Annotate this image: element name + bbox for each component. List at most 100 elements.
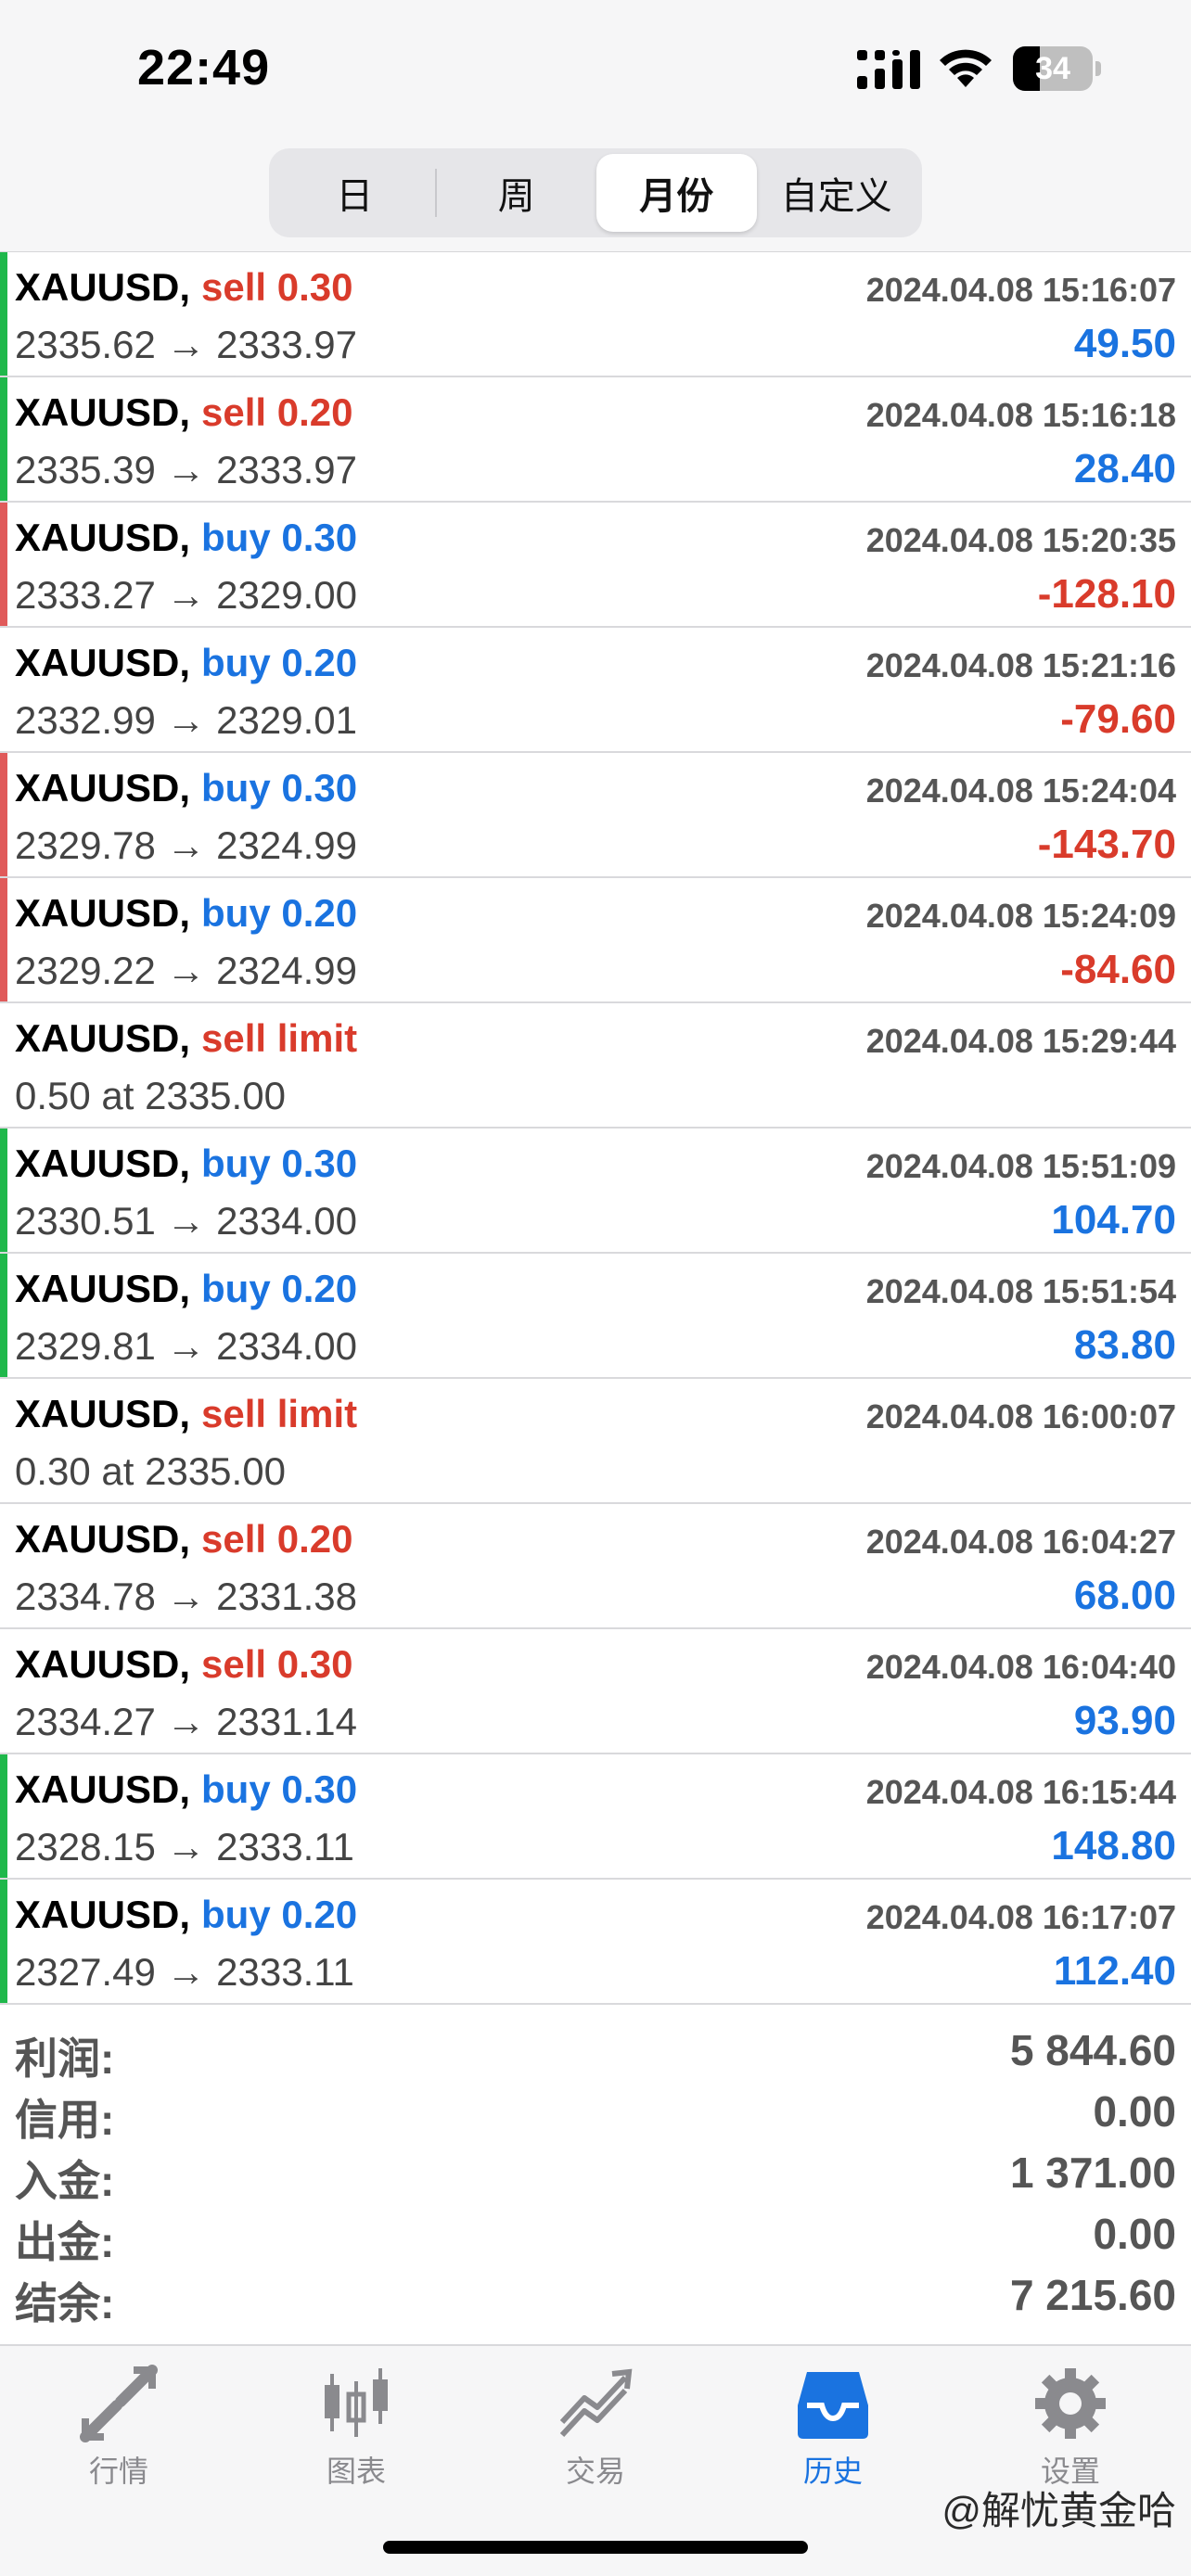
deal-action: sell 0.30 xyxy=(201,1642,353,1686)
deal-action: buy 0.20 xyxy=(201,891,358,935)
deal-title: XAUUSD, buy 0.20 xyxy=(15,1267,357,1311)
summary-row-credit: 信用: 0.00 xyxy=(0,2075,1191,2144)
history-row[interactable]: XAUUSD, buy 0.20 2024.04.08 15:21:16 2332.9… xyxy=(0,628,1191,753)
period-segmented-control: 日 周 月份 自定义 xyxy=(269,148,922,237)
deal-profit: -128.10 xyxy=(1037,571,1176,617)
deal-profit: 83.80 xyxy=(1073,1322,1176,1368)
deal-prices: 2330.51 → 2334.00 xyxy=(15,1199,357,1243)
symbol: XAUUSD, xyxy=(15,390,191,434)
deal-time: 2024.04.08 15:24:04 xyxy=(865,772,1176,810)
gear-icon xyxy=(1035,2368,1106,2439)
deal-profit: 104.70 xyxy=(1051,1197,1176,1243)
deal-profit: 28.40 xyxy=(1073,446,1176,491)
deal-profit: -143.70 xyxy=(1037,822,1176,867)
deal-prices: 2327.49 → 2333.11 xyxy=(15,1950,354,1994)
deal-title: XAUUSD, buy 0.30 xyxy=(15,766,357,810)
deal-action: buy 0.20 xyxy=(201,641,358,684)
deal-prices: 2335.39 → 2333.97 xyxy=(15,448,357,491)
tab-label: 交易 xyxy=(565,2455,625,2488)
deal-profit: -84.60 xyxy=(1060,947,1176,992)
symbol: XAUUSD, xyxy=(15,516,191,559)
deal-title: XAUUSD, sell 0.20 xyxy=(15,1517,353,1562)
deal-time: 2024.04.08 15:21:16 xyxy=(865,646,1176,684)
deal-prices: 2329.22 → 2324.99 xyxy=(15,949,357,992)
history-inbox-icon xyxy=(798,2372,868,2439)
tab-label: 历史 xyxy=(802,2455,863,2488)
deal-action: buy 0.30 xyxy=(201,766,358,810)
deal-time: 2024.04.08 15:51:54 xyxy=(865,1272,1176,1310)
history-row[interactable]: XAUUSD, sell limit 2024.04.08 15:29:44 0.50… xyxy=(0,1003,1191,1129)
deal-action: buy 0.20 xyxy=(201,1267,358,1310)
deal-title: XAUUSD, sell limit xyxy=(15,1016,357,1061)
history-row[interactable]: XAUUSD, buy 0.30 2024.04.08 15:24:04 2329.7… xyxy=(0,753,1191,878)
segment-custom[interactable]: 自定义 xyxy=(757,154,917,232)
symbol: XAUUSD, xyxy=(15,1267,191,1310)
deal-prices: 0.50 at 2335.00 xyxy=(15,1074,286,1117)
deal-prices: 2329.78 → 2324.99 xyxy=(15,823,357,867)
history-row[interactable]: XAUUSD, buy 0.30 2024.04.08 16:15:44 2328.1… xyxy=(0,1754,1191,1880)
deal-action: buy 0.30 xyxy=(201,1767,358,1811)
tab-trade[interactable]: 交易 xyxy=(521,2365,670,2504)
trade-chart-icon xyxy=(559,2368,633,2438)
history-row[interactable]: XAUUSD, sell 0.20 2024.04.08 15:16:18 2335.… xyxy=(0,377,1191,503)
deal-time: 2024.04.08 15:51:09 xyxy=(865,1147,1176,1185)
segment-month[interactable]: 月份 xyxy=(596,154,757,232)
status-indicator-bar xyxy=(0,1254,7,1377)
symbol: XAUUSD, xyxy=(15,1392,191,1435)
deal-time: 2024.04.08 16:15:44 xyxy=(865,1773,1176,1811)
status-indicator-bar xyxy=(0,1629,7,1753)
deal-title: XAUUSD, sell limit xyxy=(15,1392,357,1436)
status-indicator-bar xyxy=(0,1003,7,1127)
candlestick-chart-icon xyxy=(325,2368,388,2437)
history-row[interactable]: XAUUSD, buy 0.30 2024.04.08 15:51:09 2330.5… xyxy=(0,1129,1191,1254)
history-row[interactable]: XAUUSD, sell 0.30 2024.04.08 16:04:40 2334.… xyxy=(0,1629,1191,1754)
bottom-tab-bar: 行情 图表 交易 历史 设置 @解忧黄金哈 xyxy=(0,2346,1191,2576)
status-indicator-bar xyxy=(0,1754,7,1878)
segment-week[interactable]: 周 xyxy=(437,154,597,232)
status-indicator-bar xyxy=(0,628,7,751)
tab-history[interactable]: 历史 xyxy=(759,2365,907,2504)
history-row[interactable]: XAUUSD, sell 0.30 2024.04.08 15:16:07 2335.… xyxy=(0,252,1191,377)
deal-prices: 2334.27 → 2331.14 xyxy=(15,1700,357,1743)
summary-row-withdrawal: 出金: 0.00 xyxy=(0,2198,1191,2266)
deal-title: XAUUSD, buy 0.30 xyxy=(15,516,357,560)
summary-value: 0.00 xyxy=(1093,2087,1176,2136)
summary-row-balance: 结余: 7 215.60 xyxy=(0,2259,1191,2327)
period-selector-bar: 日 周 月份 自定义 xyxy=(0,139,1191,252)
history-row[interactable]: XAUUSD, buy 0.20 2024.04.08 15:51:54 2329.8… xyxy=(0,1254,1191,1379)
deal-time: 2024.04.08 15:16:07 xyxy=(865,271,1176,309)
history-row[interactable]: XAUUSD, sell 0.20 2024.04.08 16:04:27 2334.… xyxy=(0,1504,1191,1629)
tab-chart[interactable]: 图表 xyxy=(282,2365,430,2504)
deal-prices: 0.30 at 2335.00 xyxy=(15,1449,286,1493)
deal-time: 2024.04.08 16:00:07 xyxy=(865,1397,1176,1435)
history-list: XAUUSD, sell 0.30 2024.04.08 15:16:07 2335.… xyxy=(0,252,1191,2005)
tab-label: 行情 xyxy=(88,2455,148,2488)
deal-time: 2024.04.08 15:16:18 xyxy=(865,396,1176,434)
deal-action: sell limit xyxy=(201,1392,358,1435)
deal-time: 2024.04.08 15:29:44 xyxy=(865,1022,1176,1060)
tab-label: 图表 xyxy=(326,2455,386,2488)
status-indicator-bar xyxy=(0,878,7,1001)
quotes-arrows-icon xyxy=(80,2365,158,2442)
status-indicator-bar xyxy=(0,377,7,501)
deal-profit: 112.40 xyxy=(1053,1948,1176,1994)
history-row[interactable]: XAUUSD, buy 0.20 2024.04.08 15:24:09 2329.2… xyxy=(0,878,1191,1003)
deal-profit: -79.60 xyxy=(1060,696,1176,742)
deal-prices: 2329.81 → 2334.00 xyxy=(15,1324,357,1368)
status-indicator-bar xyxy=(0,1504,7,1627)
status-indicator-bar xyxy=(0,1129,7,1252)
summary-value: 7 215.60 xyxy=(1009,2271,1176,2319)
cellular-signal-icon xyxy=(857,50,920,89)
symbol: XAUUSD, xyxy=(15,1141,191,1185)
symbol: XAUUSD, xyxy=(15,766,191,810)
history-row[interactable]: XAUUSD, buy 0.30 2024.04.08 15:20:35 2333.2… xyxy=(0,503,1191,628)
home-indicator[interactable] xyxy=(383,2541,808,2554)
deal-time: 2024.04.08 15:20:35 xyxy=(865,521,1176,559)
tab-quotes[interactable]: 行情 xyxy=(45,2365,193,2504)
history-row[interactable]: XAUUSD, buy 0.20 2024.04.08 16:17:07 2327.4… xyxy=(0,1880,1191,2005)
history-row[interactable]: XAUUSD, sell limit 2024.04.08 16:00:07 0.30… xyxy=(0,1379,1191,1504)
status-bar: 22:49 34 xyxy=(0,0,1191,139)
segment-day[interactable]: 日 xyxy=(275,154,435,232)
battery-tip xyxy=(1095,61,1101,76)
summary-row-deposit: 入金: 1 371.00 xyxy=(0,2136,1191,2205)
